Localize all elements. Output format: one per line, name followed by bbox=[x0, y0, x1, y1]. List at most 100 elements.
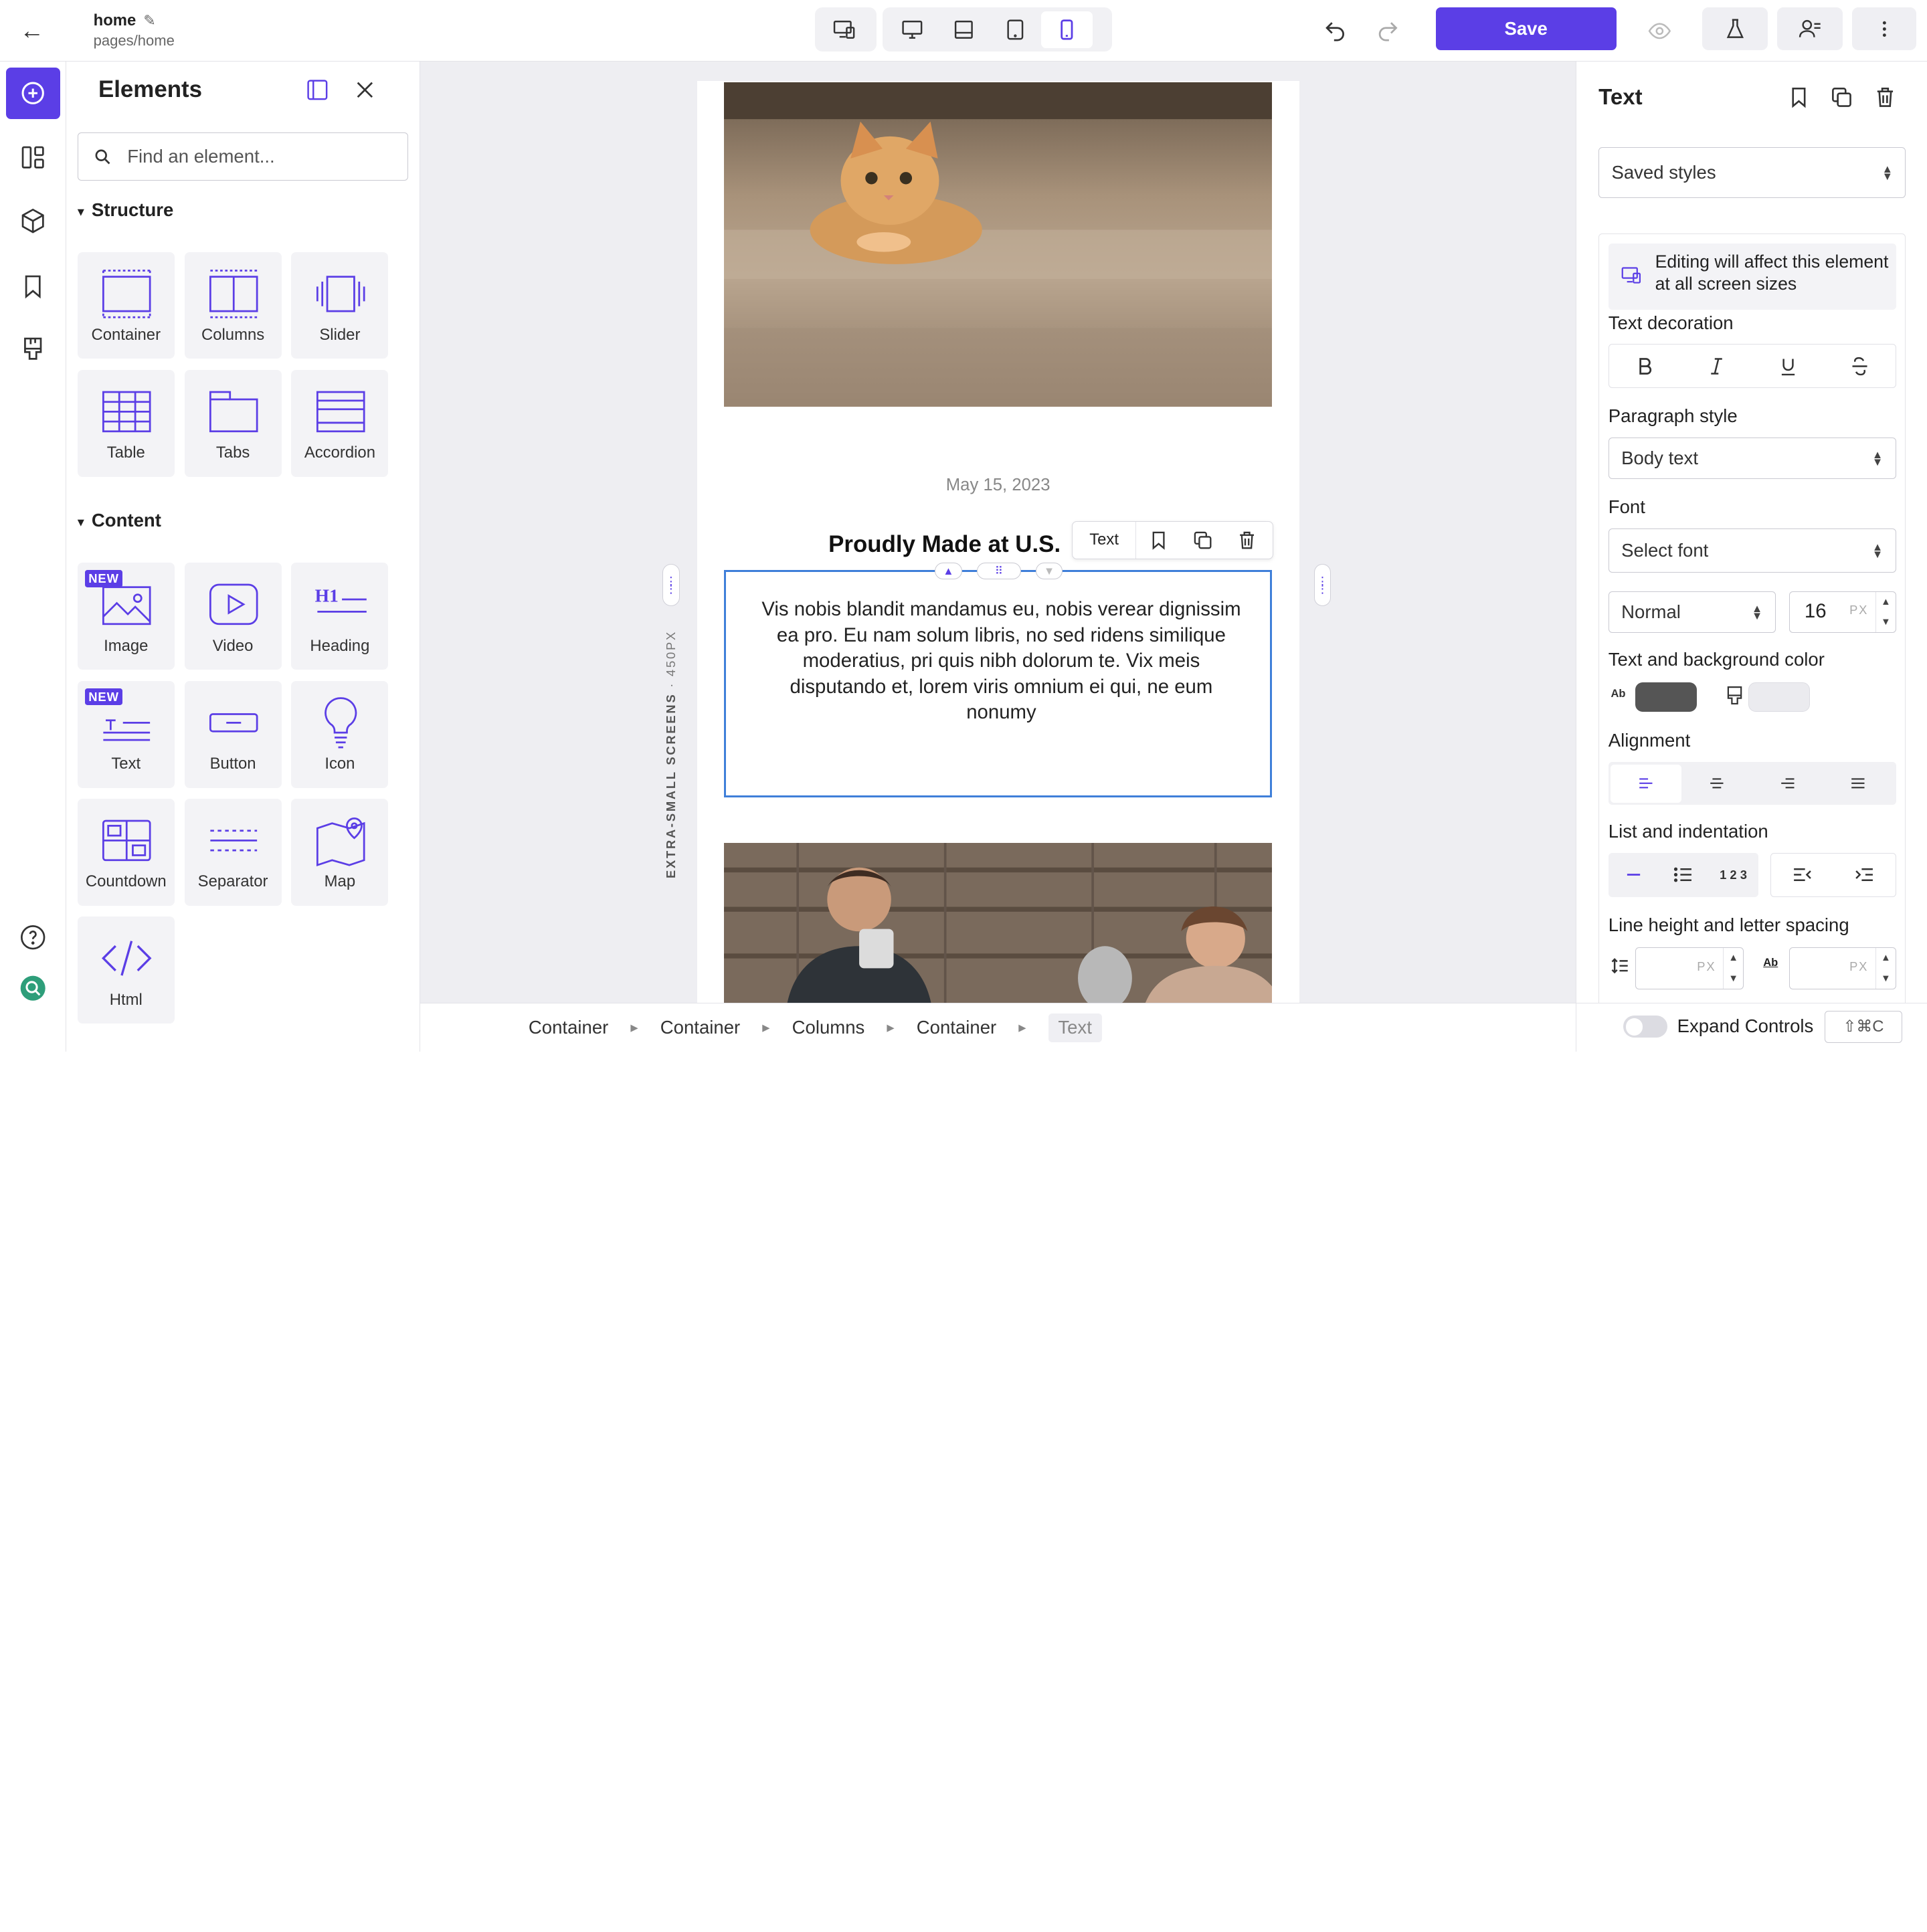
element-tile-countdown[interactable]: Countdown bbox=[77, 799, 175, 906]
element-tile-tabs[interactable]: Tabs bbox=[184, 369, 282, 477]
style-panel-title: Text bbox=[1598, 84, 1643, 110]
element-tile-button[interactable]: Button bbox=[184, 680, 282, 788]
strikethrough-button[interactable] bbox=[1824, 345, 1896, 387]
breadcrumb-item[interactable]: Container ▶ bbox=[660, 1017, 792, 1038]
font-select[interactable]: Select font ▲ ▼ bbox=[1608, 528, 1896, 573]
more-menu-button[interactable] bbox=[1852, 7, 1916, 51]
move-down-handle[interactable]: ▼ bbox=[1035, 562, 1063, 580]
stepper-arrows-icon[interactable]: ▲ ▼ bbox=[1723, 948, 1742, 989]
text-color-swatch[interactable] bbox=[1635, 682, 1697, 712]
duplicate-icon[interactable] bbox=[1180, 522, 1224, 559]
element-tile-table[interactable]: Table bbox=[77, 369, 175, 477]
background-color-swatch[interactable] bbox=[1748, 682, 1811, 712]
element-tile-icon[interactable]: Icon bbox=[291, 680, 389, 788]
stepper-arrows-icon[interactable]: ▲ ▼ bbox=[1875, 591, 1895, 633]
breadcrumb-item[interactable]: Columns ▶ bbox=[792, 1017, 917, 1038]
mobile-button[interactable] bbox=[1040, 11, 1093, 48]
font-size-input[interactable]: 16 PX ▲ ▼ bbox=[1788, 591, 1896, 634]
close-icon[interactable] bbox=[351, 76, 378, 103]
undo-icon[interactable] bbox=[1317, 13, 1352, 47]
breadcrumb-current[interactable]: Text bbox=[1048, 1013, 1102, 1042]
edit-pencil-icon[interactable]: ✎ bbox=[143, 12, 155, 29]
element-tile-accordion[interactable]: Accordion bbox=[291, 369, 389, 477]
element-tile-heading[interactable]: H1 Heading bbox=[291, 563, 389, 670]
font-weight-select[interactable]: Normal ▲ ▼ bbox=[1608, 591, 1776, 634]
element-tile-html[interactable]: Html bbox=[77, 916, 175, 1024]
trash-icon[interactable] bbox=[1870, 82, 1900, 112]
content-section-title[interactable]: Content bbox=[78, 510, 161, 531]
align-center-button[interactable] bbox=[1681, 765, 1752, 803]
tablet-icon bbox=[1007, 19, 1024, 40]
align-justify-button[interactable] bbox=[1823, 765, 1894, 803]
saved-button[interactable] bbox=[6, 260, 60, 312]
element-tile-columns[interactable]: Columns bbox=[184, 252, 282, 359]
move-up-handle[interactable]: ▲ bbox=[935, 562, 962, 580]
stepper-arrows-icon[interactable]: ▲ ▼ bbox=[1875, 948, 1895, 989]
numbered-list-button[interactable]: 1 2 3 bbox=[1708, 852, 1758, 897]
cat-image[interactable] bbox=[723, 82, 1273, 407]
preview-eye-icon[interactable] bbox=[1642, 13, 1676, 47]
italic-button[interactable] bbox=[1681, 345, 1752, 387]
app-root: ← home ✎ pages/home Save Elements Find a… bbox=[0, 0, 1927, 1052]
element-tile-map[interactable]: Map bbox=[291, 799, 389, 906]
search-icon bbox=[78, 147, 127, 167]
paragraph-style-select[interactable]: Body text ▲ ▼ bbox=[1608, 437, 1896, 480]
element-tile-separator[interactable]: Separator bbox=[184, 799, 282, 906]
help-button[interactable] bbox=[6, 912, 60, 963]
selected-text-element[interactable]: ▲ ⠿ ▼ Vis nobis blandit mandamus eu, nob… bbox=[723, 562, 1273, 798]
separator-icon bbox=[210, 830, 257, 852]
element-tile-slider[interactable]: Slider bbox=[291, 252, 389, 359]
no-list-button[interactable] bbox=[1608, 852, 1659, 897]
layout-button[interactable] bbox=[6, 132, 60, 183]
search-input[interactable] bbox=[127, 146, 373, 168]
right-resize-grip[interactable]: ⋮ ⋮ bbox=[1313, 564, 1332, 606]
outdent-button[interactable] bbox=[1771, 854, 1833, 896]
dock-panel-icon[interactable] bbox=[304, 76, 331, 103]
align-left-button[interactable] bbox=[1611, 764, 1682, 803]
save-button[interactable]: Save bbox=[1435, 7, 1617, 51]
post-date[interactable]: May 15, 2023 bbox=[697, 476, 1299, 495]
align-right-button[interactable] bbox=[1752, 765, 1823, 803]
element-tile-text[interactable]: NEW Text bbox=[77, 680, 175, 788]
laptop-button[interactable] bbox=[938, 11, 990, 48]
body-text[interactable]: Vis nobis blandit mandamus eu, nobis ver… bbox=[755, 597, 1247, 726]
back-arrow-icon[interactable]: ← bbox=[17, 16, 47, 45]
save-style-bookmark-icon[interactable] bbox=[1784, 82, 1813, 112]
structure-section-title[interactable]: Structure bbox=[78, 199, 173, 221]
indent-button[interactable] bbox=[1833, 854, 1896, 896]
saved-styles-select[interactable]: Saved styles ▲ ▼ bbox=[1598, 147, 1906, 198]
bullet-list-button[interactable] bbox=[1658, 852, 1709, 897]
personalization-button[interactable] bbox=[1777, 7, 1843, 51]
couple-image[interactable] bbox=[723, 843, 1273, 1003]
drag-handle-icon[interactable]: ⠿ bbox=[976, 562, 1021, 580]
all-screens-button[interactable] bbox=[818, 11, 870, 48]
search-assistant-button[interactable] bbox=[6, 962, 60, 1013]
breadcrumb-item[interactable]: Container ▶ bbox=[529, 1017, 660, 1038]
ab-test-button[interactable] bbox=[1702, 7, 1768, 51]
element-tile-image[interactable]: NEW Image bbox=[77, 563, 175, 670]
line-height-input[interactable]: PX ▲ ▼ bbox=[1635, 947, 1744, 989]
bold-button[interactable] bbox=[1609, 345, 1681, 387]
element-tile-container[interactable]: Container bbox=[77, 252, 175, 359]
theme-button[interactable] bbox=[6, 323, 60, 375]
left-resize-grip[interactable]: ⋮ ⋮ bbox=[662, 564, 680, 606]
letter-spacing-input[interactable]: PX ▲ ▼ bbox=[1788, 947, 1896, 989]
redo-icon[interactable] bbox=[1370, 13, 1404, 47]
underline-button[interactable] bbox=[1752, 345, 1824, 387]
duplicate-icon[interactable] bbox=[1827, 82, 1857, 112]
element-tile-label: Columns bbox=[201, 325, 265, 344]
breadcrumb-item[interactable]: Container ▶ bbox=[917, 1017, 1048, 1038]
element-tile-label: Heading bbox=[310, 636, 370, 655]
trash-icon[interactable] bbox=[1225, 522, 1269, 559]
components-button[interactable] bbox=[6, 195, 60, 247]
post-heading[interactable]: Proudly Made at U.S. bbox=[828, 531, 1061, 558]
element-tile-video[interactable]: Video bbox=[184, 563, 282, 670]
add-elements-button[interactable] bbox=[6, 68, 60, 120]
desktop-button[interactable] bbox=[886, 11, 937, 48]
bookmark-icon[interactable] bbox=[1136, 522, 1180, 559]
desktop-icon bbox=[902, 20, 923, 39]
element-type-label[interactable]: Text bbox=[1073, 521, 1137, 559]
tablet-button[interactable] bbox=[990, 11, 1041, 48]
expand-controls-toggle[interactable] bbox=[1623, 1016, 1667, 1038]
element-tile-label: Video bbox=[212, 636, 254, 655]
